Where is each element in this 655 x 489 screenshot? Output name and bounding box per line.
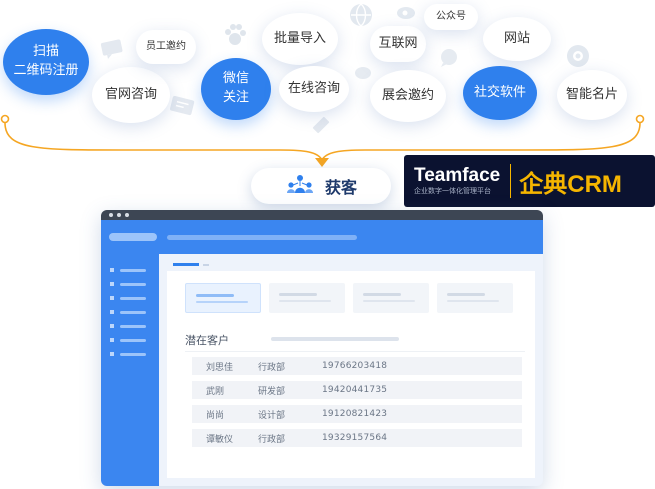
brand-product: 企典CRM	[519, 170, 622, 198]
lead-phone: 19120821423	[322, 409, 388, 419]
section-title: 潜在客户	[185, 334, 229, 347]
lead-phone: 19420441735	[322, 385, 388, 395]
lead-name: 武刚	[206, 386, 225, 397]
app-logo-placeholder	[109, 233, 157, 241]
lead-name: 尚尚	[206, 410, 225, 421]
sidebar-item	[110, 352, 146, 356]
lead-department: 研发部	[258, 386, 286, 397]
lead-acquisition-label: 获客	[324, 178, 357, 197]
app-sidebar	[101, 254, 159, 486]
sidebar-item	[110, 324, 146, 328]
filter-card	[269, 283, 345, 313]
app-topbar	[101, 220, 543, 254]
brand-text: Teamface 企业数字一体化管理平台	[414, 166, 500, 196]
window-dot	[117, 213, 121, 217]
section-subtitle-placeholder	[271, 337, 399, 341]
funnel-curve	[0, 114, 645, 167]
app-nav-placeholder	[167, 235, 357, 240]
content-card: 潜在客户 刘思佳 行政部 19766203418 武刚 研发部 19420441…	[167, 271, 535, 478]
brand-divider	[510, 164, 512, 198]
brand-name: Teamface	[414, 165, 501, 186]
sidebar-item	[110, 268, 146, 272]
app-main: 潜在客户 刘思佳 行政部 19766203418 武刚 研发部 19420441…	[159, 254, 543, 486]
filter-card	[437, 283, 513, 313]
tab-placeholder	[203, 264, 209, 266]
table-row: 尚尚 设计部 19120821423	[192, 405, 522, 423]
lead-department: 行政部	[258, 362, 286, 373]
section-divider	[185, 351, 525, 352]
table-row: 刘思佳 行政部 19766203418	[192, 357, 522, 375]
sidebar-item	[110, 296, 146, 300]
lead-name: 谭敏仪	[206, 434, 234, 445]
lead-department: 行政部	[258, 434, 286, 445]
lead-name: 刘思佳	[206, 362, 234, 373]
table-row: 武刚 研发部 19420441735	[192, 381, 522, 399]
teamface-brand-logo: Teamface 企业数字一体化管理平台 企典CRM	[404, 155, 655, 207]
lead-phone: 19329157564	[322, 433, 388, 443]
lead-acquisition-pill: 获客	[251, 168, 391, 204]
table-row: 谭敏仪 行政部 19329157564	[192, 429, 522, 447]
filter-card	[353, 283, 429, 313]
crm-window: 潜在客户 刘思佳 行政部 19766203418 武刚 研发部 19420441…	[101, 210, 543, 486]
window-dot	[109, 213, 113, 217]
lead-phone: 19766203418	[322, 361, 388, 371]
window-titlebar	[101, 210, 543, 220]
lead-department: 设计部	[258, 410, 286, 421]
sidebar-item	[110, 282, 146, 286]
sidebar-item	[110, 310, 146, 314]
window-dot	[125, 213, 129, 217]
active-tab-indicator	[173, 263, 199, 266]
sidebar-item	[110, 338, 146, 342]
filter-card	[185, 283, 261, 313]
people-network-icon	[285, 174, 315, 198]
brand-tagline: 企业数字一体化管理平台	[414, 187, 491, 195]
